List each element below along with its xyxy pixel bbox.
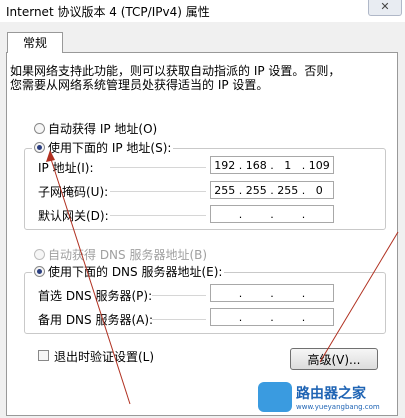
intro-line-2: 您需要从网络系统管理员处获得适当的 IP 设置。: [10, 78, 269, 92]
ip-address-label: IP 地址(I):: [38, 161, 94, 175]
advanced-button[interactable]: 高级(V)...: [290, 348, 378, 370]
octet: 255: [277, 183, 299, 197]
watermark-logo: 路由器之家 www.yueyangbang.com: [258, 378, 403, 416]
octet: 255: [214, 183, 236, 197]
row-divider: [110, 215, 206, 216]
alternate-dns-input[interactable]: . . .: [210, 308, 334, 326]
router-icon: [258, 382, 292, 412]
subnet-mask-label: 子网掩码(U):: [38, 185, 109, 199]
subnet-mask-input[interactable]: 255. 255. 255. 0: [210, 181, 334, 199]
auto-dns-label: 自动获得 DNS 服务器地址(B): [48, 248, 208, 262]
manual-ip-option[interactable]: 使用下面的 IP 地址(S):: [32, 139, 174, 156]
auto-dns-option: 自动获得 DNS 服务器地址(B): [34, 246, 207, 263]
octet-separator: .: [301, 310, 306, 324]
watermark-url: www.yueyangbang.com: [296, 403, 380, 411]
intro-text: 如果网络支持此功能，则可以获取自动指派的 IP 设置。否则， 您需要从网络系统管…: [10, 64, 390, 92]
intro-line-1: 如果网络支持此功能，则可以获取自动指派的 IP 设置。否则，: [10, 64, 341, 78]
octet-separator: .: [270, 310, 274, 324]
octet: 255: [245, 183, 267, 197]
octet: 168: [245, 158, 267, 172]
octet: 1: [284, 158, 292, 172]
manual-ip-label: 使用下面的 IP 地址(S):: [48, 141, 172, 155]
preferred-dns-label: 首选 DNS 服务器(P):: [38, 289, 153, 303]
ip-address-input[interactable]: 192. 168. 1. 109: [210, 156, 334, 174]
preferred-dns-input[interactable]: . . .: [210, 284, 334, 302]
manual-dns-option[interactable]: 使用下面的 DNS 服务器地址(E):: [32, 263, 225, 280]
title-bar: Internet 协议版本 4 (TCP/IPv4) 属性 ✕: [0, 0, 405, 22]
octet-separator: .: [238, 310, 243, 324]
row-divider: [110, 167, 206, 168]
auto-ip-option[interactable]: 自动获得 IP 地址(O): [34, 120, 157, 137]
manual-dns-radio[interactable]: [34, 266, 45, 277]
alternate-dns-label: 备用 DNS 服务器(A):: [38, 313, 154, 327]
octet-separator: .: [301, 207, 306, 221]
window-title: Internet 协议版本 4 (TCP/IPv4) 属性: [6, 5, 210, 19]
tab-general[interactable]: 常规: [7, 32, 63, 53]
octet-separator: .: [270, 286, 274, 300]
validate-on-exit-label: 退出时验证设置(L): [54, 350, 155, 364]
auto-ip-label: 自动获得 IP 地址(O): [48, 122, 158, 136]
manual-dns-label: 使用下面的 DNS 服务器地址(E):: [48, 265, 223, 279]
watermark-brand: 路由器之家: [296, 386, 366, 402]
manual-ip-radio[interactable]: [34, 142, 45, 153]
octet: 109: [308, 158, 330, 172]
default-gateway-label: 默认网关(D):: [38, 209, 109, 223]
octet-separator: .: [238, 207, 243, 221]
octet-separator: .: [270, 207, 274, 221]
octet-separator: .: [238, 286, 243, 300]
octet: 192: [214, 158, 236, 172]
validate-on-exit-checkbox[interactable]: [38, 350, 49, 361]
octet: 0: [315, 183, 323, 197]
close-icon[interactable]: ✕: [368, 0, 402, 16]
octet-separator: .: [301, 286, 306, 300]
row-divider: [152, 295, 206, 296]
row-divider: [152, 319, 206, 320]
auto-ip-radio[interactable]: [34, 123, 45, 134]
auto-dns-radio: [34, 249, 45, 260]
default-gateway-input[interactable]: . . .: [210, 205, 334, 223]
row-divider: [110, 191, 206, 192]
